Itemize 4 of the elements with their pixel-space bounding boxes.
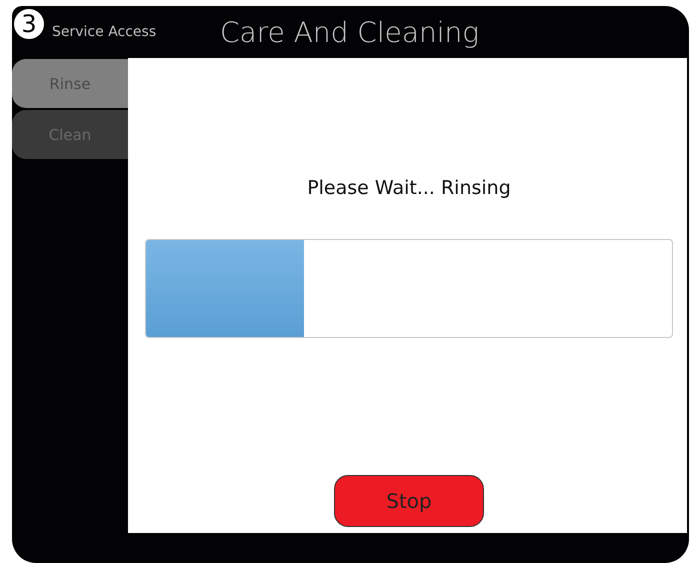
back-link[interactable]: Service Access	[52, 24, 220, 40]
status-text: Please Wait... Rinsing	[307, 177, 511, 199]
stop-button[interactable]: Stop	[334, 475, 484, 527]
screen-title: Care And Cleaning	[220, 16, 480, 48]
